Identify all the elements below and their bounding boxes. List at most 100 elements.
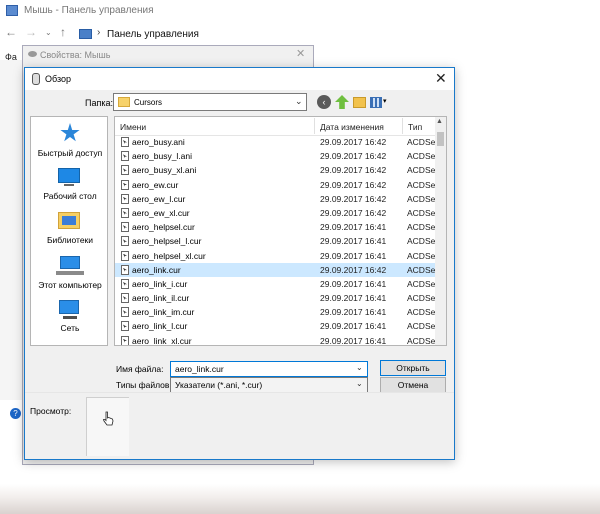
cursor-file-icon: [121, 179, 129, 190]
file-type: ACDSe: [407, 250, 435, 261]
table-row[interactable]: aero_link_il.cur 29.09.2017 16:41 ACDSe: [115, 291, 435, 305]
file-type: ACDSe: [407, 278, 435, 289]
control-panel-icon: [6, 5, 18, 16]
file-type: ACDSe: [407, 207, 435, 218]
cursor-file-icon: [121, 321, 129, 332]
table-row[interactable]: aero_helpsel_xl.cur 29.09.2017 16:41 ACDSe: [115, 249, 435, 263]
file-name: aero_busy_l.ani: [132, 151, 193, 162]
file-type: ACDSe: [407, 307, 435, 318]
place-this-pc[interactable]: Этот компьютер: [32, 280, 108, 290]
filename-chevron-icon[interactable]: ⌄: [356, 363, 363, 372]
file-type: ACDSe: [407, 151, 435, 162]
control-panel-path-icon: [79, 29, 92, 39]
file-type: ACDSe: [407, 335, 435, 345]
file-type: ACDSe: [407, 293, 435, 304]
vertical-scrollbar[interactable]: [435, 117, 446, 345]
computer-icon[interactable]: [60, 256, 80, 269]
file-date: 29.09.2017 16:41: [320, 335, 387, 345]
file-name: aero_link.cur: [132, 264, 181, 275]
network-icon[interactable]: [59, 300, 79, 314]
file-name: aero_ew.cur: [132, 179, 179, 190]
file-name: aero_link_xl.cur: [132, 335, 192, 345]
desktop-background: [0, 484, 600, 514]
up-arrow-icon[interactable]: ↑: [60, 25, 66, 39]
path-separator: ›: [97, 27, 101, 38]
file-date: 29.09.2017 16:42: [320, 151, 387, 162]
scrollbar-thumb[interactable]: [437, 132, 444, 146]
table-row[interactable]: aero_link_im.cur 29.09.2017 16:41 ACDSe: [115, 305, 435, 319]
table-row[interactable]: aero_busy_l.ani 29.09.2017 16:42 ACDSe: [115, 149, 435, 163]
folder-icon: [118, 97, 130, 107]
file-date: 29.09.2017 16:41: [320, 278, 387, 289]
address-path[interactable]: Панель управления: [107, 29, 199, 40]
open-button[interactable]: Открыть: [380, 360, 446, 376]
table-row[interactable]: aero_ew_l.cur 29.09.2017 16:42 ACDSe: [115, 192, 435, 206]
table-row[interactable]: aero_busy_xl.ani 29.09.2017 16:42 ACDSe: [115, 163, 435, 177]
background-strip: [0, 60, 22, 400]
table-row[interactable]: aero_link_l.cur 29.09.2017 16:41 ACDSe: [115, 319, 435, 333]
file-date: 29.09.2017 16:41: [320, 236, 387, 247]
cursor-file-icon: [121, 207, 129, 218]
chevron-down-icon[interactable]: ⌄: [295, 96, 303, 107]
column-separator[interactable]: [314, 118, 315, 134]
file-type: ACDSe: [407, 222, 435, 233]
close-icon[interactable]: ✕: [435, 70, 447, 87]
cancel-button[interactable]: Отмена: [380, 377, 446, 393]
file-type: ACDSe: [407, 264, 435, 275]
mouse-properties-close-icon[interactable]: ✕: [296, 47, 305, 60]
new-folder-icon[interactable]: [353, 97, 366, 108]
view-menu-icon[interactable]: [370, 97, 382, 108]
table-row[interactable]: aero_link.cur 29.09.2017 16:42 ACDSe: [115, 262, 435, 277]
place-desktop[interactable]: Рабочий стол: [32, 191, 108, 201]
folder-value: Cursors: [134, 98, 163, 107]
divider: [25, 392, 454, 393]
table-row[interactable]: aero_ew.cur 29.09.2017 16:42 ACDSe: [115, 178, 435, 192]
file-name: aero_busy_xl.ani: [132, 165, 197, 176]
column-name[interactable]: Имени: [120, 122, 146, 132]
table-row[interactable]: aero_helpsel_l.cur 29.09.2017 16:41 ACDSe: [115, 234, 435, 248]
back-arrow-icon[interactable]: ←: [5, 25, 17, 39]
place-network[interactable]: Сеть: [32, 323, 108, 333]
recent-chevron-icon[interactable]: ⌄: [45, 28, 52, 37]
table-row[interactable]: aero_link_i.cur 29.09.2017 16:41 ACDSe: [115, 277, 435, 291]
file-name: aero_helpsel.cur: [132, 222, 195, 233]
help-icon[interactable]: ?: [10, 408, 21, 419]
back-icon[interactable]: ‹: [317, 95, 331, 109]
view-chevron-icon[interactable]: ▾: [383, 97, 387, 105]
file-type: ACDSe: [407, 193, 435, 204]
preview-label: Просмотр:: [30, 406, 72, 416]
table-row[interactable]: aero_busy.ani 29.09.2017 16:42 ACDSe: [115, 135, 435, 149]
filename-value[interactable]: aero_link.cur: [175, 364, 224, 374]
filetype-chevron-icon[interactable]: ⌄: [356, 379, 363, 388]
cursor-file-icon: [121, 293, 129, 304]
file-rows: aero_busy.ani 29.09.2017 16:42 ACDSe aero_b…: [115, 135, 435, 345]
file-name: aero_helpsel_l.cur: [132, 236, 202, 247]
table-row[interactable]: aero_ew_xl.cur 29.09.2017 16:42 ACDSe: [115, 206, 435, 220]
filetype-value[interactable]: Указатели (*.ani, *.cur): [175, 380, 262, 390]
file-type: ACDSe: [407, 179, 435, 190]
forward-arrow-icon[interactable]: →: [25, 25, 37, 39]
cursor-file-icon: [121, 151, 129, 162]
place-libraries[interactable]: Библиотеки: [32, 235, 108, 245]
file-name: aero_ew_xl.cur: [132, 207, 190, 218]
file-name: aero_link_il.cur: [132, 293, 190, 304]
network-base: [63, 316, 77, 319]
table-row[interactable]: aero_helpsel.cur 29.09.2017 16:41 ACDSe: [115, 220, 435, 234]
place-quick-access[interactable]: Быстрый доступ: [32, 148, 108, 158]
scroll-up-icon[interactable]: ▲: [436, 118, 443, 125]
column-separator[interactable]: [402, 118, 403, 134]
control-panel-title: Мышь - Панель управления: [24, 5, 154, 16]
mouse-icon: [28, 51, 37, 57]
cursor-file-icon: [121, 264, 129, 275]
cursor-file-icon: [121, 236, 129, 247]
file-name: aero_link_im.cur: [132, 307, 195, 318]
file-date: 29.09.2017 16:41: [320, 293, 387, 304]
file-date: 29.09.2017 16:42: [320, 207, 387, 218]
desktop-icon[interactable]: [58, 168, 80, 183]
open-dialog-title: Обзор: [45, 74, 71, 84]
column-type[interactable]: Тип: [408, 122, 422, 132]
file-name: aero_link_i.cur: [132, 278, 188, 289]
file-date: 29.09.2017 16:41: [320, 307, 387, 318]
table-row[interactable]: aero_link_xl.cur 29.09.2017 16:41 ACDSe: [115, 334, 435, 345]
column-date[interactable]: Дата изменения: [320, 122, 384, 132]
